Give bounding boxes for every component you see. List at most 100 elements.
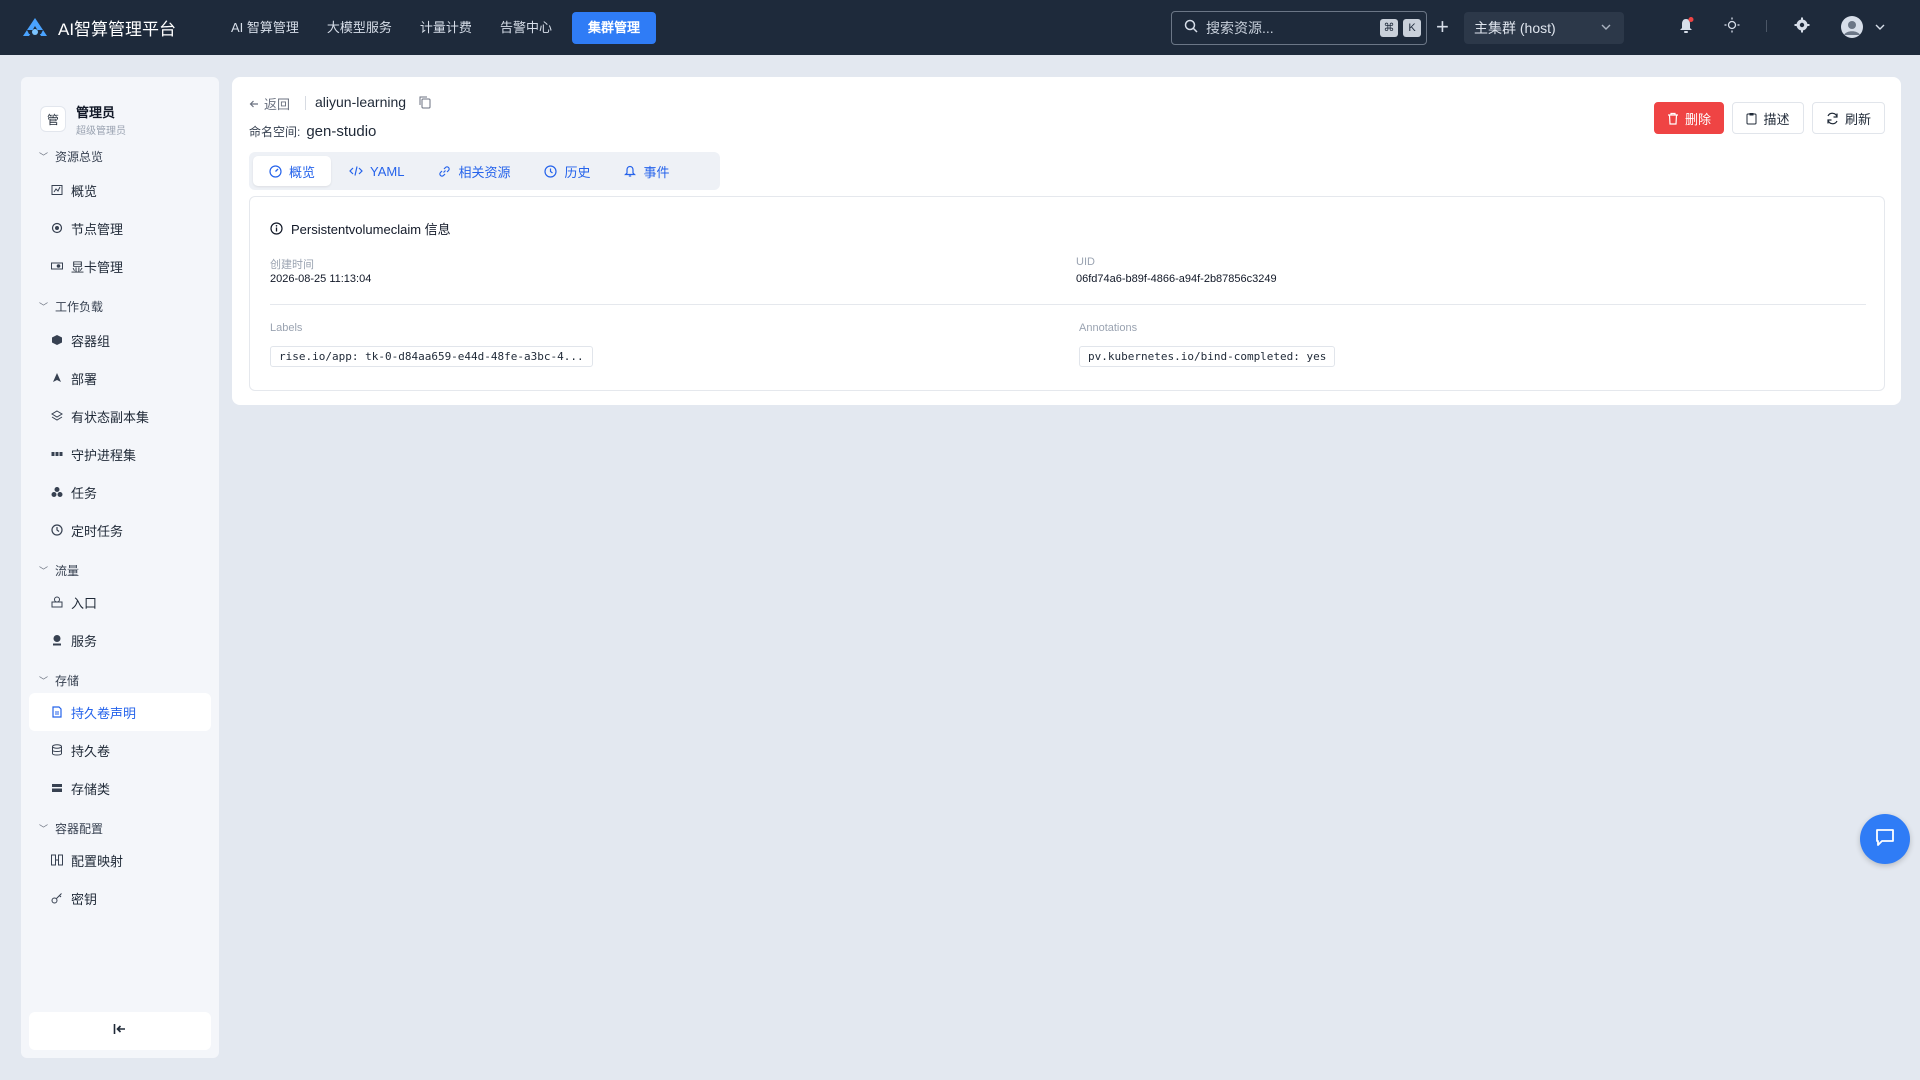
gauge-icon [269,164,282,178]
bell-icon[interactable] [1678,17,1694,40]
code-icon [349,165,363,177]
tab-events[interactable]: 事件 [608,156,685,186]
chevron-down-icon: ﹀ [39,565,49,576]
pod-icon [51,334,63,346]
tab-yaml[interactable]: YAML [333,156,420,186]
bell-icon [624,165,637,178]
sidebar-item-configmaps[interactable]: 配置映射 [29,841,211,879]
nav-alerts[interactable]: 告警中心 [486,12,566,44]
avatar: 管 [41,107,65,131]
chevron-down-icon: ﹀ [39,301,49,312]
pv-icon [51,744,63,756]
uid-value: 06fd74a6-b89f-4866-a94f-2b87856c3249 [1076,273,1277,285]
refresh-button[interactable]: 刷新 [1812,102,1885,134]
sidebar-item-gpus[interactable]: 显卡管理 [29,247,211,285]
sidebar-item-pvc[interactable]: 持久卷声明 [29,693,211,731]
top-bar: AI智算管理平台 AI 智算管理 大模型服务 计量计费 告警中心 集群管理 搜索… [0,0,1920,55]
add-icon[interactable]: + [1436,15,1449,39]
sidebar-item-pods[interactable]: 容器组 [29,321,211,359]
copy-icon[interactable] [418,95,432,114]
clock-icon [51,524,63,536]
sidebar-group-traffic[interactable]: ﹀ 流量 [39,561,219,579]
cluster-select[interactable]: 主集群 (host) [1464,12,1624,44]
user-name: 管理员 [76,104,116,120]
sidebar-item-daemonsets[interactable]: 守护进程集 [29,435,211,473]
layers-icon [51,410,63,422]
namespace-label: 命名空间: [249,125,301,139]
tab-overview[interactable]: 概览 [253,156,332,186]
sidebar-item-services[interactable]: 服务 [29,621,211,659]
brand[interactable]: AI智算管理平台 [20,13,205,43]
trash-icon [1667,112,1679,125]
describe-button[interactable]: 描述 [1732,102,1804,134]
chevron-down-icon: ﹀ [39,151,49,162]
info-title: Persistentvolumeclaim 信息 [270,219,451,238]
cluster-selected: 主集群 (host) [1474,20,1556,36]
pvc-icon [51,706,63,718]
clock-icon [544,164,558,178]
user-role: 超级管理员 [76,125,126,137]
info-panel: Persistentvolumeclaim 信息 创建时间 2026-08-25… [249,196,1885,391]
divider [1766,20,1767,32]
chevron-down-icon[interactable] [1874,20,1886,38]
search-icon [1184,19,1198,38]
user-info: 管 管理员 超级管理员 [21,77,219,139]
sidebar-item-pv[interactable]: 持久卷 [29,731,211,769]
storageclass-icon [51,782,63,794]
shortcut-key-cmd: ⌘ [1380,19,1398,37]
sun-icon[interactable] [1724,17,1740,38]
namespace: 命名空间: gen-studio [249,123,376,140]
sidebar-item-secrets[interactable]: 密钥 [29,879,211,917]
gear-icon[interactable] [1794,17,1810,38]
chart-icon [51,184,63,196]
nav-ai-compute[interactable]: AI 智算管理 [217,12,313,44]
collapse-icon [113,1022,127,1040]
chat-button[interactable] [1860,814,1910,864]
nav-cluster-management[interactable]: 集群管理 [571,11,656,44]
arrow-left-icon [249,99,259,109]
shortcut-key-k: K [1403,19,1421,37]
key-icon [51,892,63,904]
chevron-down-icon [1600,20,1612,36]
nav-billing[interactable]: 计量计费 [406,12,486,44]
app-title: AI智算管理平台 [58,20,177,39]
refresh-icon [1826,112,1839,125]
labels-label: Labels [270,322,303,334]
sidebar-item-nodes[interactable]: 节点管理 [29,209,211,247]
daemon-icon [51,448,63,460]
info-icon [270,222,283,235]
sidebar-group-storage[interactable]: ﹀ 存储 [39,671,219,689]
gpu-icon [51,260,63,272]
collapse-sidebar-button[interactable] [29,1012,211,1050]
sidebar-item-deployments[interactable]: 部署 [29,359,211,397]
tab-history[interactable]: 历史 [528,156,606,186]
sidebar-item-ingress[interactable]: 入口 [29,583,211,621]
annotations-label: Annotations [1079,322,1138,334]
search-input[interactable]: 搜索资源... ⌘ K [1171,11,1427,45]
node-icon [51,222,63,234]
delete-button[interactable]: 删除 [1654,102,1724,134]
chevron-down-icon: ﹀ [39,823,49,834]
clipboard-icon [1746,112,1757,125]
sidebar-group-container-config[interactable]: ﹀ 容器配置 [39,819,219,837]
sidebar-item-jobs[interactable]: 任务 [29,473,211,511]
created-label: 创建时间 [270,259,314,271]
sidebar-group-overview[interactable]: ﹀ 资源总览 [39,147,219,165]
sidebar-item-statefulsets[interactable]: 有状态副本集 [29,397,211,435]
divider [270,304,1866,305]
user-avatar-icon[interactable] [1840,15,1864,44]
sidebar-item-overview[interactable]: 概览 [29,171,211,209]
back-link[interactable]: 返回 [249,94,290,113]
chevron-down-icon: ﹀ [39,675,49,686]
nav-llm-service[interactable]: 大模型服务 [313,12,406,44]
detail-tabs: 概览 YAML 相关资源 历史 事件 [249,152,720,190]
sidebar-group-workloads[interactable]: ﹀ 工作负载 [39,297,219,315]
logo-icon [20,13,50,43]
tab-related-resources[interactable]: 相关资源 [422,156,526,186]
ingress-icon [51,596,63,608]
top-nav: AI 智算管理 大模型服务 计量计费 告警中心 集群管理 [217,11,656,44]
sidebar-item-storageclass[interactable]: 存储类 [29,769,211,807]
job-icon [51,486,63,498]
sidebar-item-cronjobs[interactable]: 定时任务 [29,511,211,549]
detail-card: 返回 aliyun-learning 命名空间: gen-studio 删除 描… [232,77,1901,405]
